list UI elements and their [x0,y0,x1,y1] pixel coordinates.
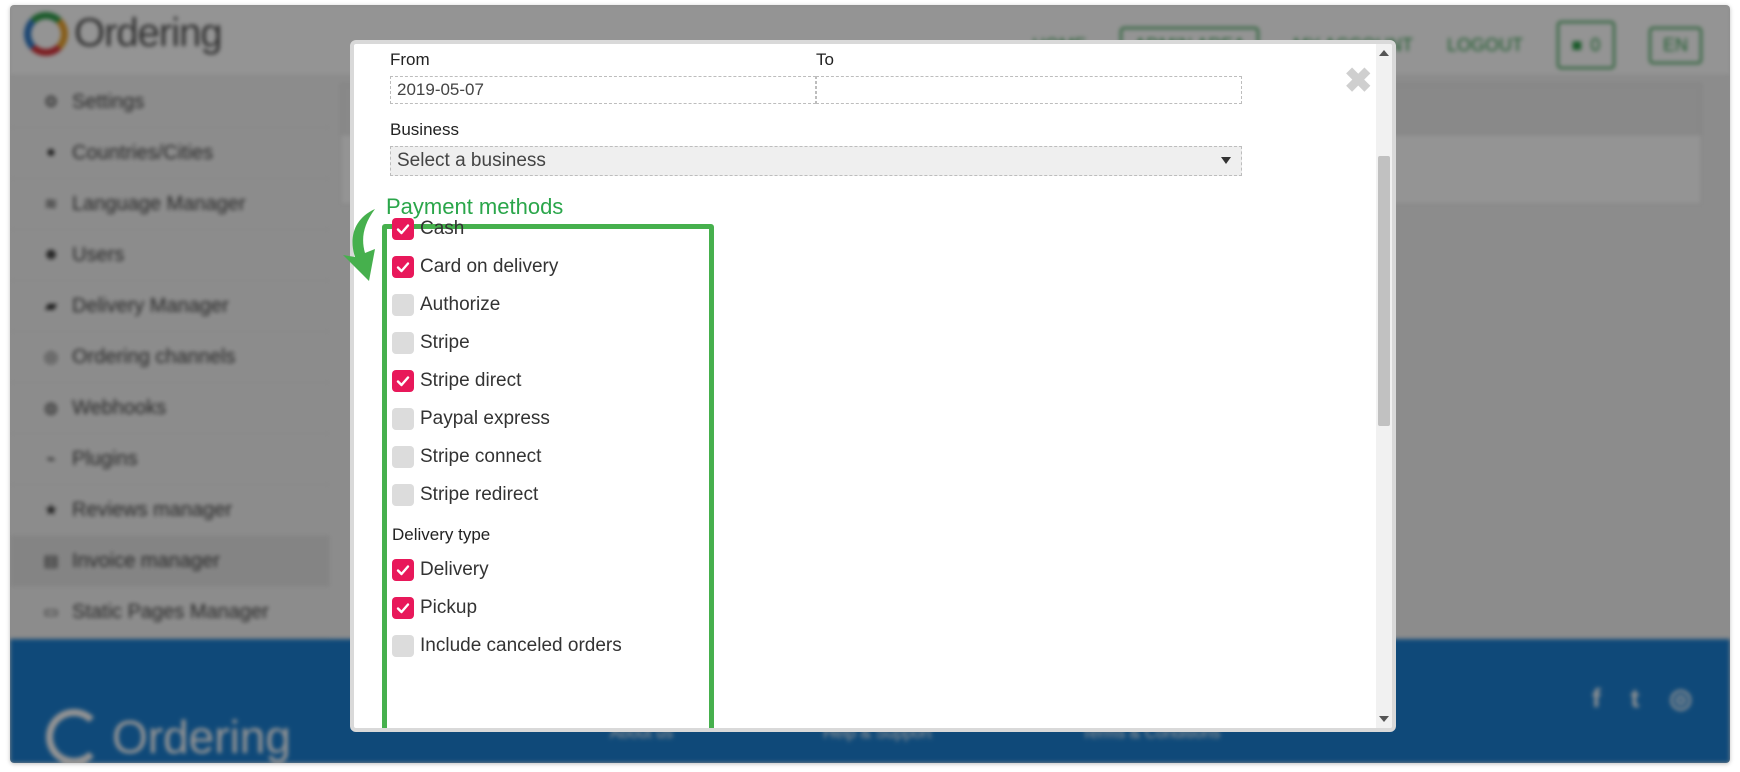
checkbox-option[interactable]: Stripe direct [392,368,521,394]
invoice-filter-modal: From To 2019-05-07 Business Select a bus… [350,40,1396,732]
from-label: From [390,50,430,69]
checkbox-unchecked[interactable] [392,408,414,430]
scroll-thumb[interactable] [1378,156,1390,426]
business-select-value: Select a business [397,150,546,171]
checkbox-unchecked[interactable] [392,332,414,354]
checkbox-label: Stripe connect [420,446,542,467]
checkbox-option[interactable]: Stripe redirect [392,482,538,508]
checkbox-label: Authorize [420,294,501,315]
checkbox-checked[interactable] [392,256,414,278]
business-label: Business [390,120,459,139]
business-select[interactable]: Select a business [390,146,1242,176]
checkbox-option[interactable]: Paypal express [392,406,550,432]
checkbox-checked[interactable] [392,218,414,240]
checkbox-checked[interactable] [392,370,414,392]
checkbox-label: Include canceled orders [420,635,622,656]
checkbox-label: Stripe [420,332,470,353]
checkbox-option[interactable]: Pickup [392,595,477,621]
checkbox-label: Stripe redirect [420,484,539,505]
checkbox-unchecked[interactable] [392,635,414,657]
checkbox-option[interactable]: Stripe connect [392,444,541,470]
checkbox-label: Paypal express [420,408,550,429]
checkbox-option[interactable]: Authorize [392,292,500,318]
modal-scrollbar[interactable] [1376,44,1392,728]
checkbox-label: Stripe direct [420,370,522,391]
checkbox-checked[interactable] [392,597,414,619]
checkbox-label: Delivery [420,559,489,580]
checkbox-option[interactable]: Stripe [392,330,470,356]
checkbox-unchecked[interactable] [392,294,414,316]
checkbox-unchecked[interactable] [392,484,414,506]
chevron-down-icon [1221,157,1231,164]
checkbox-option[interactable]: Include canceled orders [392,633,622,659]
checkbox-option[interactable]: Delivery [392,557,489,583]
scroll-down-arrow-icon[interactable] [1379,716,1389,722]
delivery-type-label: Delivery type [392,525,491,544]
close-icon[interactable]: ✖ [1344,64,1373,98]
checkbox-unchecked[interactable] [392,446,414,468]
checkbox-option[interactable]: Cash [392,216,464,242]
checkbox-checked[interactable] [392,559,414,581]
checkbox-label: Cash [420,218,465,239]
scroll-up-arrow-icon[interactable] [1379,50,1389,56]
from-date-input[interactable]: 2019-05-07 [390,76,816,104]
checkbox-label: Card on delivery [420,256,559,277]
annotation-arrow-icon [343,209,375,281]
to-label: To [816,50,834,69]
to-date-input[interactable] [816,76,1242,104]
checkbox-label: Pickup [420,597,478,618]
checkbox-option[interactable]: Card on delivery [392,254,558,280]
